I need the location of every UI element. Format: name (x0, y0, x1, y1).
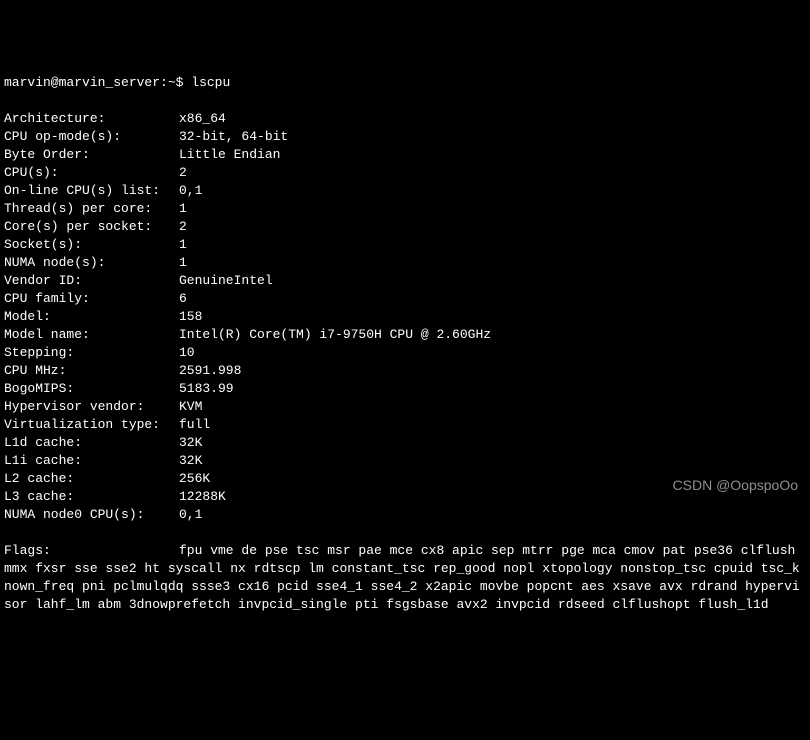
lscpu-value: 2591.998 (179, 362, 806, 380)
lscpu-label: Socket(s): (4, 236, 179, 254)
lscpu-value: KVM (179, 398, 806, 416)
lscpu-value: 2 (179, 164, 806, 182)
lscpu-row: Hypervisor vendor:KVM (4, 398, 806, 416)
lscpu-row: Model name:Intel(R) Core(TM) i7-9750H CP… (4, 326, 806, 344)
lscpu-row: Architecture:x86_64 (4, 110, 806, 128)
lscpu-row: L1d cache:32K (4, 434, 806, 452)
lscpu-value: 10 (179, 344, 806, 362)
lscpu-label: L3 cache: (4, 488, 179, 506)
lscpu-row: NUMA node0 CPU(s):0,1 (4, 506, 806, 524)
lscpu-label: CPU(s): (4, 164, 179, 182)
lscpu-label: Vendor ID: (4, 272, 179, 290)
lscpu-label: L2 cache: (4, 470, 179, 488)
lscpu-label: CPU op-mode(s): (4, 128, 179, 146)
lscpu-value: 158 (179, 308, 806, 326)
lscpu-row: L1i cache:32K (4, 452, 806, 470)
lscpu-flags-row: Flags:fpu vme de pse tsc msr pae mce cx8… (4, 542, 806, 614)
watermark-text: CSDN @OopspoOo (673, 476, 798, 494)
lscpu-value: 1 (179, 254, 806, 272)
lscpu-row: Core(s) per socket:2 (4, 218, 806, 236)
lscpu-row: CPU(s):2 (4, 164, 806, 182)
lscpu-label: CPU family: (4, 290, 179, 308)
lscpu-label: Byte Order: (4, 146, 179, 164)
lscpu-label: L1d cache: (4, 434, 179, 452)
lscpu-value: Intel(R) Core(TM) i7-9750H CPU @ 2.60GHz (179, 326, 806, 344)
lscpu-value: 2 (179, 218, 806, 236)
lscpu-label: Model name: (4, 326, 179, 344)
shell-prompt-line: marvin@marvin_server:~$ lscpu (4, 74, 806, 92)
lscpu-label: Thread(s) per core: (4, 200, 179, 218)
lscpu-row: Byte Order:Little Endian (4, 146, 806, 164)
lscpu-value: GenuineIntel (179, 272, 806, 290)
lscpu-row: Virtualization type:full (4, 416, 806, 434)
lscpu-row: CPU MHz:2591.998 (4, 362, 806, 380)
lscpu-value: 1 (179, 200, 806, 218)
lscpu-row: CPU family:6 (4, 290, 806, 308)
lscpu-row: Vendor ID:GenuineIntel (4, 272, 806, 290)
lscpu-label: Architecture: (4, 110, 179, 128)
lscpu-label: Virtualization type: (4, 416, 179, 434)
lscpu-value: 32-bit, 64-bit (179, 128, 806, 146)
lscpu-value: 6 (179, 290, 806, 308)
lscpu-value: x86_64 (179, 110, 806, 128)
lscpu-label: CPU MHz: (4, 362, 179, 380)
lscpu-row: Thread(s) per core:1 (4, 200, 806, 218)
lscpu-flags-label: Flags: (4, 542, 179, 560)
lscpu-value: 5183.99 (179, 380, 806, 398)
lscpu-label: NUMA node(s): (4, 254, 179, 272)
prompt-path: ~ (168, 75, 176, 90)
lscpu-label: Hypervisor vendor: (4, 398, 179, 416)
prompt-command[interactable]: lscpu (191, 75, 230, 90)
lscpu-label: Model: (4, 308, 179, 326)
lscpu-value: 32K (179, 434, 806, 452)
lscpu-value: 0,1 (179, 182, 806, 200)
lscpu-row: On-line CPU(s) list:0,1 (4, 182, 806, 200)
lscpu-label: NUMA node0 CPU(s): (4, 506, 179, 524)
lscpu-label: Stepping: (4, 344, 179, 362)
lscpu-label: BogoMIPS: (4, 380, 179, 398)
lscpu-row: Stepping:10 (4, 344, 806, 362)
lscpu-value: Little Endian (179, 146, 806, 164)
lscpu-label: Core(s) per socket: (4, 218, 179, 236)
lscpu-row: NUMA node(s):1 (4, 254, 806, 272)
lscpu-value: 32K (179, 452, 806, 470)
lscpu-row: BogoMIPS:5183.99 (4, 380, 806, 398)
lscpu-value: 1 (179, 236, 806, 254)
lscpu-label: L1i cache: (4, 452, 179, 470)
lscpu-row: CPU op-mode(s):32-bit, 64-bit (4, 128, 806, 146)
lscpu-value: 0,1 (179, 506, 806, 524)
lscpu-value: full (179, 416, 806, 434)
prompt-user-host: marvin@marvin_server (4, 75, 160, 90)
prompt-symbol: $ (176, 75, 184, 90)
lscpu-row: Model:158 (4, 308, 806, 326)
lscpu-row: Socket(s):1 (4, 236, 806, 254)
lscpu-label: On-line CPU(s) list: (4, 182, 179, 200)
lscpu-output: Architecture:x86_64CPU op-mode(s):32-bit… (4, 110, 806, 524)
